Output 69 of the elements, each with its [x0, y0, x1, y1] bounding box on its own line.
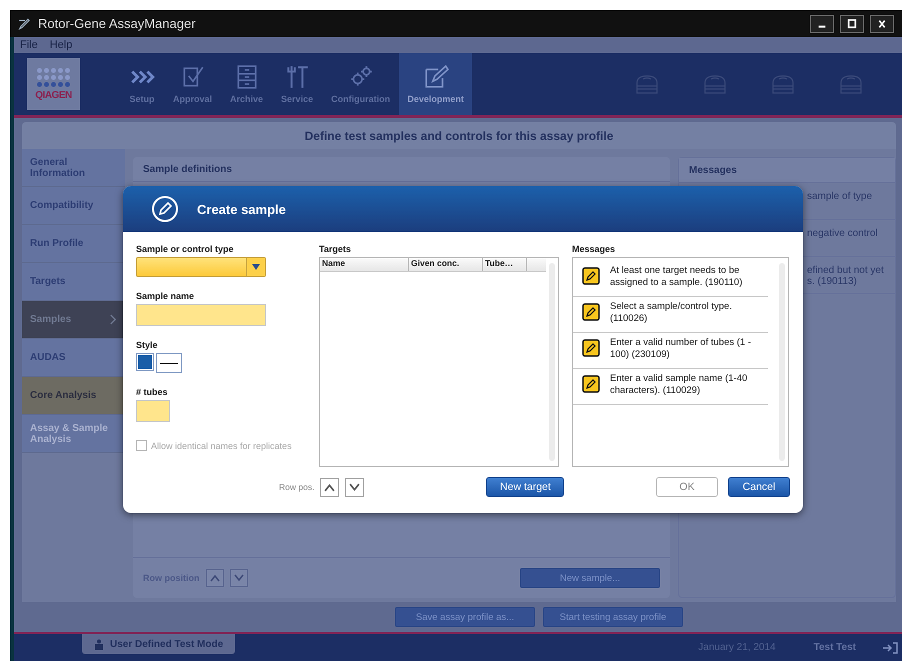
dots-icon — [37, 68, 70, 86]
message-text: Enter a valid sample name (1-40 characters). (110029) — [610, 373, 748, 396]
line-style-swatch[interactable] — [156, 353, 182, 373]
user-name: Test Test — [814, 642, 856, 653]
section-label: Targets — [319, 244, 352, 254]
section-label: Messages — [572, 244, 616, 254]
sidebar-item[interactable]: Core Analysis — [22, 377, 125, 415]
nav-tab[interactable]: Service — [272, 53, 322, 115]
message-text: negative control — [807, 228, 879, 239]
panel-title: Sample definitions — [133, 157, 670, 182]
window-title: Rotor-Gene AssayManager — [38, 16, 197, 31]
ok-button[interactable]: OK — [656, 477, 718, 497]
save-profile-button[interactable]: Save assay profile as... — [395, 607, 535, 627]
message-text: s. (190113) — [807, 276, 858, 287]
tubes-field[interactable] — [136, 400, 170, 422]
message-text: Enter a valid number of tubes (1 - 100) (230109) — [610, 337, 752, 360]
dialog-title: Create sample — [197, 202, 286, 216]
dropdown-arrow-icon — [246, 258, 265, 276]
move-down-button[interactable] — [345, 478, 364, 496]
sample-name-field[interactable] — [136, 304, 266, 326]
new-target-button[interactable]: New target — [486, 477, 564, 497]
logout-icon[interactable] — [882, 642, 898, 654]
pencil-icon — [582, 267, 600, 285]
logo-text: QIAGEN — [35, 90, 72, 100]
new-sample-button[interactable]: New sample... — [520, 568, 660, 588]
column-header[interactable]: Name — [320, 258, 409, 271]
field-label: # tubes — [136, 387, 169, 397]
message-text: sample of type — [807, 191, 874, 202]
column-header[interactable]: Given conc. — [409, 258, 483, 271]
field-label: Style — [136, 340, 159, 350]
person-icon — [94, 638, 104, 650]
menu-item[interactable]: Help — [50, 39, 72, 51]
message-text: Select a sample/control type. (110026) — [610, 301, 733, 324]
instrument-icon[interactable] — [838, 73, 864, 95]
message-text: At least one target needs to be assigned to a sample. (190110) — [610, 265, 744, 288]
cancel-button[interactable]: Cancel — [728, 477, 790, 497]
fill-style-swatch[interactable] — [136, 353, 154, 371]
nav-tab[interactable]: Configuration — [322, 53, 400, 115]
nav-tab[interactable]: Setup — [120, 53, 164, 115]
nav-tab[interactable]: Archive — [221, 53, 272, 115]
pencil-circle-icon — [151, 195, 179, 223]
nav-tab[interactable]: Development — [399, 53, 472, 115]
instrument-icon[interactable] — [634, 73, 660, 95]
move-up-button[interactable] — [320, 478, 340, 496]
chevron-icon — [109, 314, 117, 325]
nav-tab[interactable]: Approval — [164, 53, 222, 115]
panel-title: Messages — [679, 158, 895, 183]
row-position-label: Row pos. — [279, 482, 314, 492]
message-text: efined but not yet — [807, 265, 885, 276]
start-testing-button[interactable]: Start testing assay profile — [543, 607, 683, 627]
minimize-icon[interactable] — [810, 14, 834, 32]
sidebar-item[interactable]: Samples — [22, 301, 125, 339]
checkbox-label: Allow identical names for replicates — [151, 440, 292, 450]
maximize-icon[interactable] — [840, 14, 864, 32]
app-icon — [18, 16, 32, 30]
pencil-icon — [582, 339, 600, 357]
pencil-icon — [582, 375, 600, 393]
close-icon[interactable] — [870, 14, 894, 32]
mode-label: User Defined Test Mode — [110, 638, 224, 650]
menu-item[interactable]: File — [20, 39, 38, 51]
page-title: Define test samples and controls for this assay profile — [22, 122, 896, 149]
pencil-icon — [582, 303, 600, 321]
type-dropdown[interactable] — [136, 257, 266, 277]
field-label: Sample or control type — [136, 244, 235, 254]
column-header[interactable]: Tube… — [483, 258, 527, 271]
pencil-document-icon — [422, 64, 449, 90]
instrument-icon[interactable] — [702, 73, 728, 95]
field-label: Sample name — [136, 291, 196, 301]
instrument-icon[interactable] — [770, 73, 796, 95]
